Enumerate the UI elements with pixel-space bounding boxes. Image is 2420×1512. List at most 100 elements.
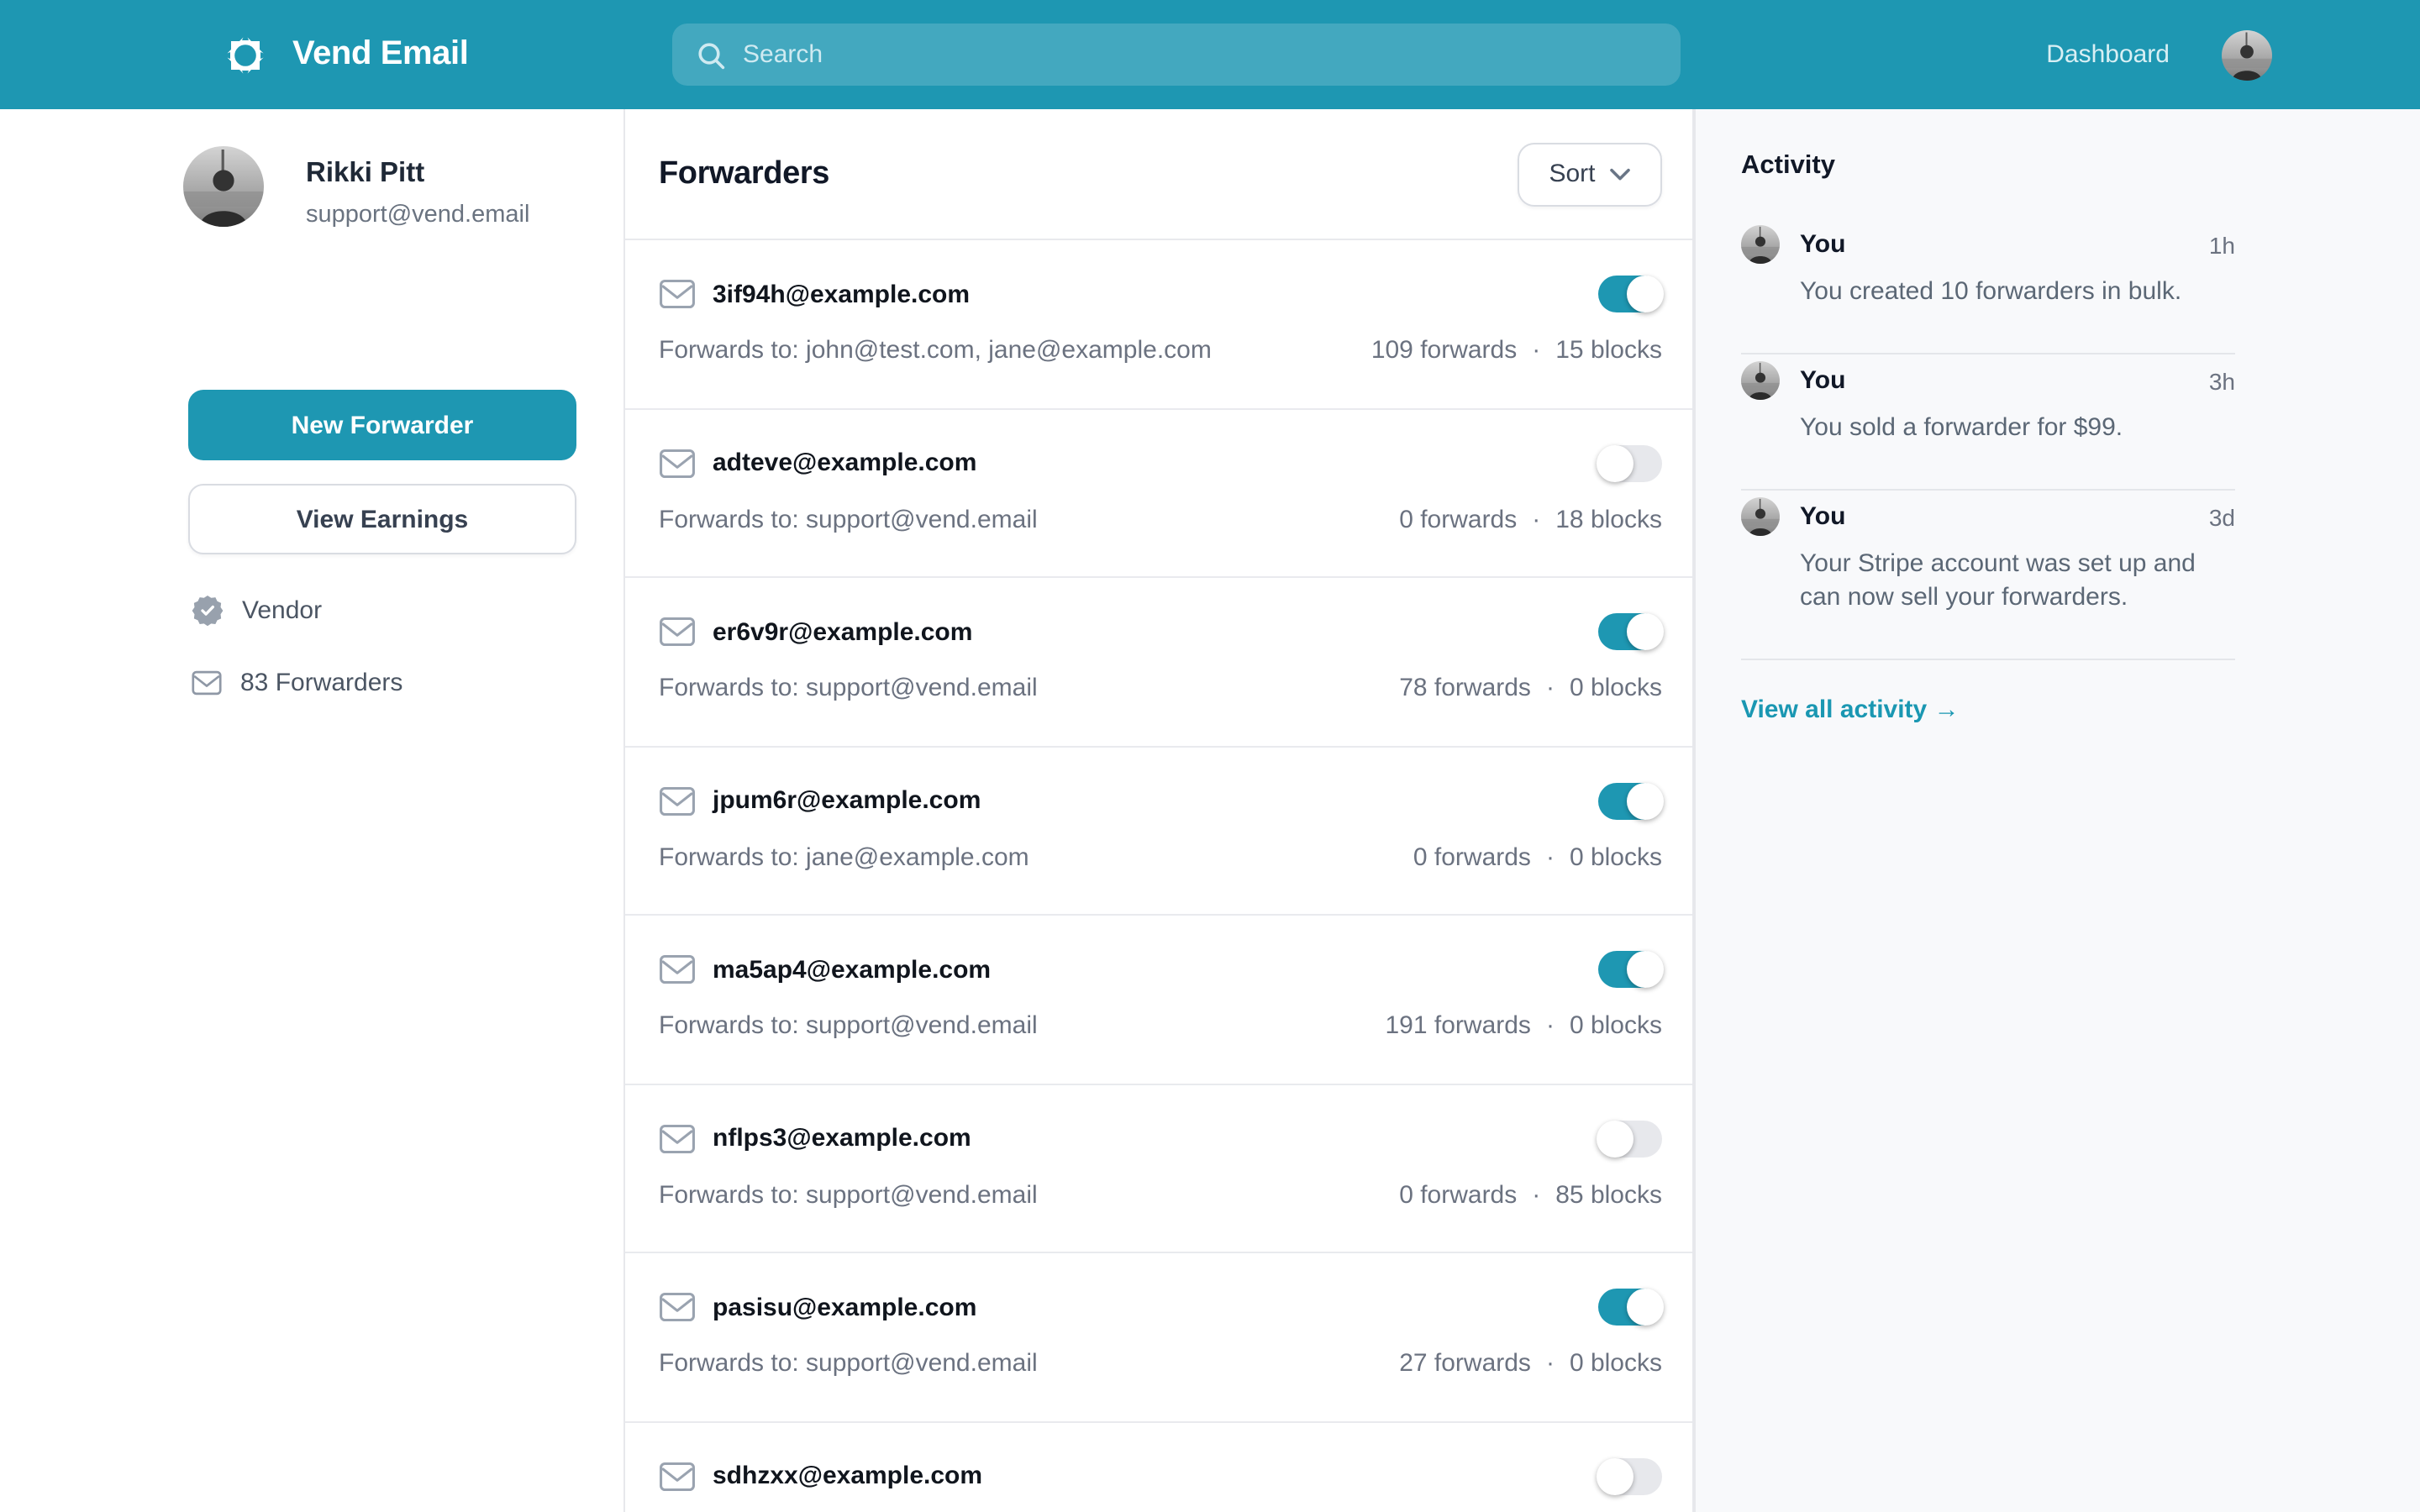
list-header: Forwarders Sort xyxy=(625,109,1692,240)
forwarder-address: adteve@example.com xyxy=(713,449,976,477)
vendor-status: Vendor xyxy=(192,575,402,647)
forwarder-toggle[interactable] xyxy=(1598,444,1662,481)
activity-avatar xyxy=(1741,497,1780,536)
forwarder-address: jpum6r@example.com xyxy=(713,786,981,815)
activity-text: You created 10 forwarders in bulk. xyxy=(1800,276,2235,309)
forwarder-list: 3if94h@example.com Forwards to: john@tes… xyxy=(625,240,1692,1512)
forwarder-address: pasisu@example.com xyxy=(713,1293,976,1321)
forwards-to-text: Forwards to: john@test.com, jane@example… xyxy=(659,336,1212,365)
forwarder-row[interactable]: sdhzxx@example.com xyxy=(625,1422,1692,1512)
forwarder-toggle[interactable] xyxy=(1598,782,1662,819)
activity-item: You 1h You created 10 forwarders in bulk… xyxy=(1741,218,2235,354)
vend-email-logo-icon xyxy=(217,26,274,83)
forwarder-address: sdhzxx@example.com xyxy=(713,1462,982,1490)
toggle-knob xyxy=(1627,276,1664,312)
search-input[interactable] xyxy=(743,40,1657,69)
user-card: Rikki Pitt support@vend.email xyxy=(183,146,529,228)
row-stats: 78 forwards·0 blocks xyxy=(1399,674,1662,702)
activity-item: You 3d Your Stripe account was set up an… xyxy=(1741,491,2235,660)
forwarder-row[interactable]: nflps3@example.com Forwards to: support@… xyxy=(625,1084,1692,1253)
forwarder-toggle[interactable] xyxy=(1598,276,1662,312)
stats-separator: · xyxy=(1532,336,1540,365)
toggle-knob xyxy=(1627,613,1664,650)
forwards-count: 27 forwards xyxy=(1399,1349,1531,1378)
user-name: Rikki Pitt xyxy=(306,158,529,190)
user-avatar xyxy=(183,146,264,227)
blocks-count: 18 blocks xyxy=(1555,505,1662,533)
search-icon xyxy=(696,39,726,70)
user-email: support@vend.email xyxy=(306,202,529,228)
brand: Vend Email xyxy=(217,0,468,109)
forwarder-row[interactable]: pasisu@example.com Forwards to: support@… xyxy=(625,1253,1692,1422)
envelope-icon xyxy=(659,785,696,816)
search-bar[interactable] xyxy=(672,24,1681,86)
envelope-icon xyxy=(659,1292,696,1322)
stats-separator: · xyxy=(1546,1349,1555,1378)
blocks-count: 0 blocks xyxy=(1570,674,1662,702)
envelope-icon xyxy=(659,279,696,309)
stats-separator: · xyxy=(1546,843,1555,871)
forwarders-count: 83 Forwarders xyxy=(192,647,402,719)
forwarder-toggle[interactable] xyxy=(1598,1289,1662,1326)
forwards-count: 78 forwards xyxy=(1399,674,1531,702)
blocks-count: 0 blocks xyxy=(1570,1011,1662,1040)
stats-separator: · xyxy=(1532,1180,1540,1209)
forwarder-toggle[interactable] xyxy=(1598,613,1662,650)
forwarder-address: ma5ap4@example.com xyxy=(713,955,991,984)
forwarder-toggle[interactable] xyxy=(1598,1120,1662,1157)
forwards-count: 109 forwards xyxy=(1371,336,1517,365)
dashboard-link[interactable]: Dashboard xyxy=(2046,40,2170,69)
activity-time: 3d xyxy=(2209,503,2235,530)
activity-author: You xyxy=(1800,502,1845,531)
forwards-count: 0 forwards xyxy=(1413,843,1531,871)
envelope-icon xyxy=(659,954,696,984)
forwarder-row[interactable]: jpum6r@example.com Forwards to: jane@exa… xyxy=(625,747,1692,916)
forwarder-address: nflps3@example.com xyxy=(713,1124,971,1152)
forwards-count: 0 forwards xyxy=(1399,1180,1517,1209)
row-stats: 0 forwards · 85 blocks xyxy=(1399,1180,1662,1209)
view-all-activity-link[interactable]: View all activity → xyxy=(1741,696,2235,724)
envelope-icon xyxy=(659,448,696,478)
forwards-to-text: Forwards to: jane@example.com xyxy=(659,843,1029,871)
forwards-to-text: Forwards to: support@vend.email xyxy=(659,1349,1038,1378)
envelope-icon xyxy=(659,617,696,647)
app-window: Vend Email Dashboard xyxy=(0,0,2420,1512)
sort-button[interactable]: Sort xyxy=(1518,142,1662,206)
forwarder-address: 3if94h@example.com xyxy=(713,280,970,308)
row-stats: 27 forwards · 0 blocks xyxy=(1399,1349,1662,1378)
top-nav: Dashboard xyxy=(2046,0,2272,109)
new-forwarder-button[interactable]: New Forwarder xyxy=(188,390,576,460)
blocks-count: 0 blocks xyxy=(1570,1349,1662,1378)
forwarder-row[interactable]: 3if94h@example.com Forwards to: john@tes… xyxy=(625,240,1692,409)
activity-text: You sold a forwarder for $99. xyxy=(1800,412,2235,445)
activity-title: Activity xyxy=(1741,151,2235,181)
activity-avatar xyxy=(1741,225,1780,264)
forwarder-row[interactable]: er6v9r@example.com Forwards to: support@… xyxy=(625,578,1692,747)
forwards-to-text: Forwards to: support@vend.email xyxy=(659,674,1038,702)
activity-panel: Activity You 1h You created 10 forwarder… xyxy=(1694,109,2420,1512)
activity-time: 1h xyxy=(2209,231,2235,258)
activity-item: You 3h You sold a forwarder for $99. xyxy=(1741,354,2235,491)
forwarders-panel: Forwarders Sort 3if94h@example.com Forwa… xyxy=(625,109,1694,1512)
forwards-to-text: Forwards to: support@vend.email xyxy=(659,505,1038,533)
forwarder-toggle[interactable] xyxy=(1598,1457,1662,1494)
forwarder-row[interactable]: adteve@example.com Forwards to: support@… xyxy=(625,409,1692,578)
activity-author: You xyxy=(1800,366,1845,395)
activity-time: 3h xyxy=(2209,367,2235,394)
forwarder-toggle[interactable] xyxy=(1598,951,1662,988)
row-stats: 0 forwards·0 blocks xyxy=(1413,843,1662,871)
sidebar: Rikki Pitt support@vend.email New Forwar… xyxy=(0,109,625,1512)
envelope-icon xyxy=(192,670,222,696)
toggle-knob xyxy=(1627,951,1664,988)
row-stats: 0 forwards·18 blocks xyxy=(1399,505,1662,533)
forwards-to-text: Forwards to: support@vend.email xyxy=(659,1011,1038,1040)
header-avatar[interactable] xyxy=(2222,29,2272,80)
sort-label: Sort xyxy=(1549,160,1595,188)
envelope-icon xyxy=(659,1461,696,1491)
view-earnings-button[interactable]: View Earnings xyxy=(188,484,576,554)
top-bar: Vend Email Dashboard xyxy=(0,0,2420,109)
toggle-knob xyxy=(1597,1457,1634,1494)
blocks-count: 85 blocks xyxy=(1555,1180,1662,1209)
forwarder-row[interactable]: ma5ap4@example.com Forwards to: support@… xyxy=(625,916,1692,1084)
toggle-knob xyxy=(1627,782,1664,819)
